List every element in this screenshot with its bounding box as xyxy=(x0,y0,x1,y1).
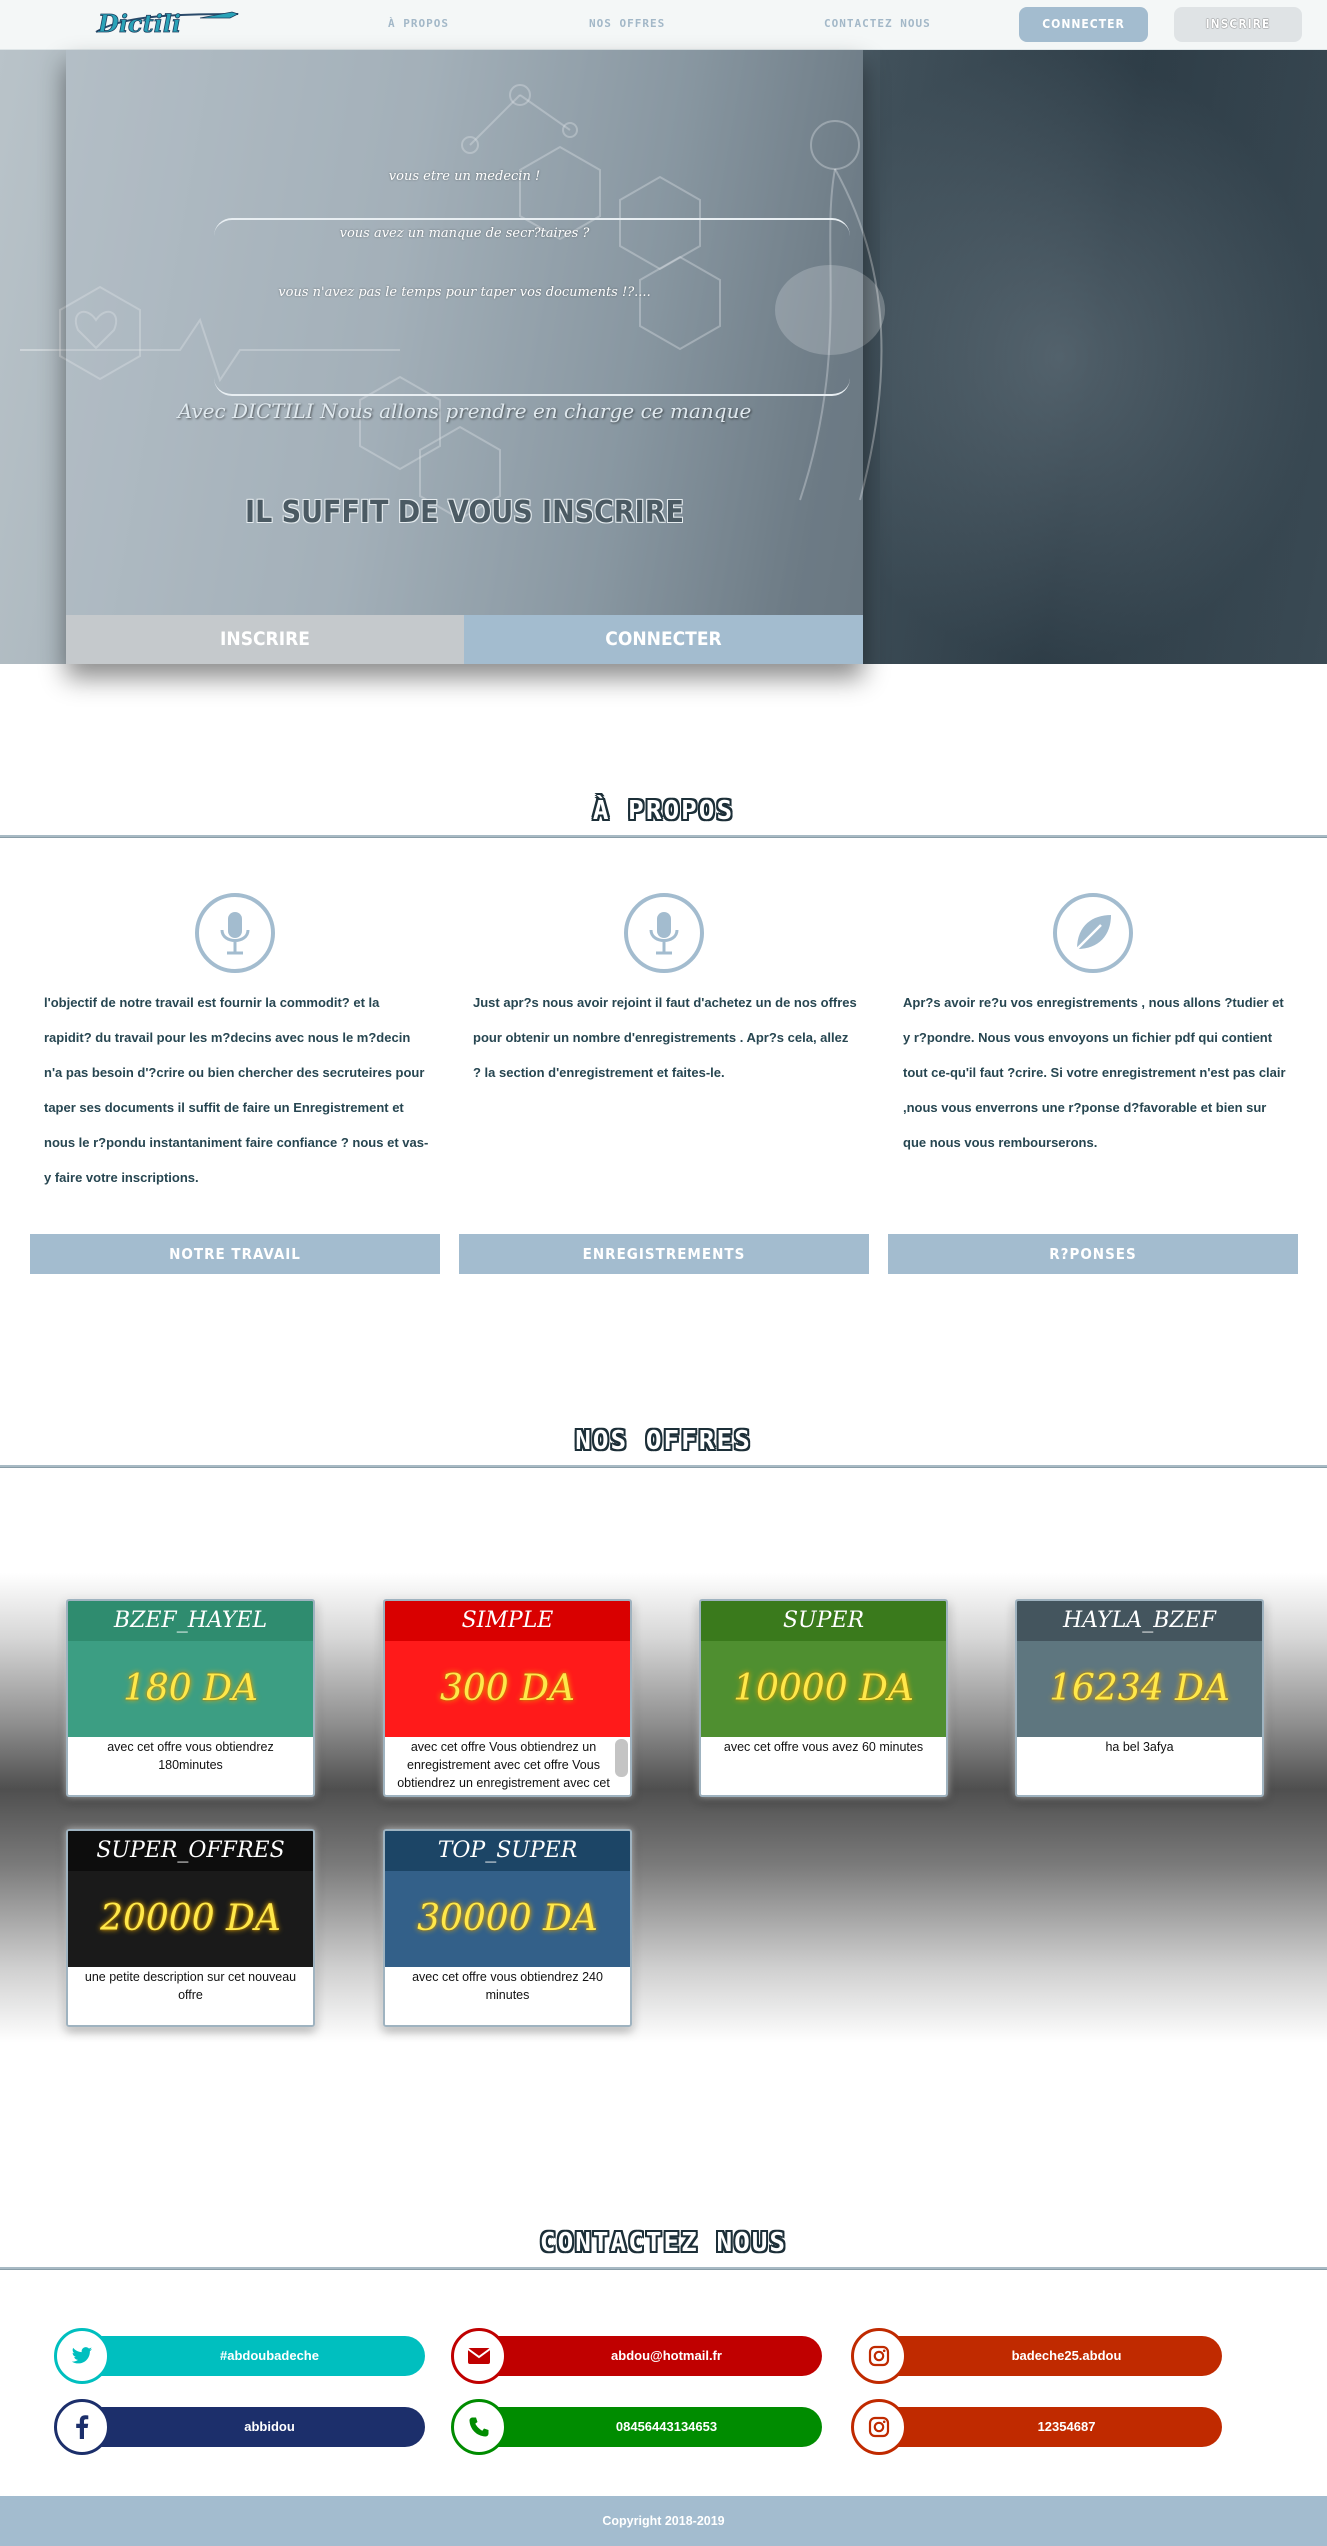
offer-description[interactable]: avec cet offre Vous obtiendrez un enregi… xyxy=(385,1737,630,1795)
footer: Copyright 2018-2019 xyxy=(0,2496,1327,2546)
signup-button[interactable]: INSCRIRE xyxy=(1174,7,1302,42)
offer-card[interactable]: TOP_SUPER 30000 DA avec cet offre vous o… xyxy=(383,1829,632,2027)
offer-price: 30000 DA xyxy=(385,1871,630,1967)
contact-facebook[interactable]: abbidou xyxy=(54,2399,425,2455)
offers-title: NOS OFFRES xyxy=(575,1426,752,1456)
hero-question-2: vous avez un manque de secr?taires ? xyxy=(339,226,590,241)
offer-description: une petite description sur cet nouveau o… xyxy=(68,1967,313,2025)
about-text-work: l'objectif de notre travail est fournir … xyxy=(44,995,429,1185)
hero-signup-button[interactable]: INSCRIRE xyxy=(66,615,464,664)
about-title: À PROPOS xyxy=(592,796,735,826)
offers-divider xyxy=(0,1465,1327,1468)
contact-label: 08456443134653 xyxy=(615,2419,718,2434)
offer-card[interactable]: SUPER 10000 DA avec cet offre vous avez … xyxy=(699,1599,948,1797)
contact-label: #abdoubadeche xyxy=(220,2348,319,2363)
contact-twitter[interactable]: #abdoubadeche xyxy=(54,2328,425,2384)
contact-instagram[interactable]: badeche25.abdou xyxy=(851,2328,1222,2384)
offer-price: 16234 DA xyxy=(1017,1641,1262,1737)
phone-icon xyxy=(451,2399,507,2455)
hero-card: vous etre un medecin ! vous avez un manq… xyxy=(66,50,863,664)
offer-price: 10000 DA xyxy=(701,1641,946,1737)
dictili-logo[interactable]: Dictili xyxy=(92,6,242,42)
mail-icon xyxy=(451,2328,507,2384)
offer-description: avec cet offre vous obtiendrez 180minute… xyxy=(68,1737,313,1795)
hero-tagline: Avec DICTILI Nous allons prendre en char… xyxy=(177,399,752,423)
contact-title: CONTACTEZ NOUS xyxy=(539,2228,788,2258)
microphone-icon xyxy=(195,893,275,973)
offer-price: 300 DA xyxy=(385,1641,630,1737)
hero-question-3: vous n'avez pas le temps pour taper vos … xyxy=(278,285,651,300)
contact-email[interactable]: abdou@hotmail.fr xyxy=(451,2328,822,2384)
contact-label: abdou@hotmail.fr xyxy=(611,2348,722,2363)
offer-name: BZEF_HAYEL xyxy=(68,1601,313,1641)
offer-card[interactable]: HAYLA_BZEF 16234 DA ha bel 3afya xyxy=(1015,1599,1264,1797)
connect-button[interactable]: CONNECTER xyxy=(1019,7,1148,42)
offer-card[interactable]: BZEF_HAYEL 180 DA avec cet offre vous ob… xyxy=(66,1599,315,1797)
nav-link-apropos[interactable]: À PROPOS xyxy=(388,17,449,30)
hero-connect-button[interactable]: CONNECTER xyxy=(464,615,863,664)
offer-price: 20000 DA xyxy=(68,1871,313,1967)
contact-label: abbidou xyxy=(244,2419,295,2434)
offer-description: avec cet offre vous obtiendrez 240 minut… xyxy=(385,1967,630,2025)
hero-title: IL SUFFIT DE VOUS INSCRIRE xyxy=(245,495,684,530)
svg-text:Dictili: Dictili xyxy=(97,9,181,38)
offer-name: SUPER xyxy=(701,1601,946,1641)
nav-link-contact[interactable]: CONTACTEZ NOUS xyxy=(824,17,931,30)
offer-description: avec cet offre vous avez 60 minutes xyxy=(701,1737,946,1795)
nav-link-offres[interactable]: NOS OFFRES xyxy=(589,17,665,30)
our-work-button[interactable]: NOTRE TRAVAIL xyxy=(30,1234,440,1274)
copyright-text: Copyright 2018-2019 xyxy=(602,2514,725,2528)
twitter-icon xyxy=(54,2328,110,2384)
offer-name: TOP_SUPER xyxy=(385,1831,630,1871)
leaf-icon xyxy=(1053,893,1133,973)
responses-button[interactable]: R?PONSES xyxy=(888,1234,1298,1274)
offer-name: HAYLA_BZEF xyxy=(1017,1601,1262,1641)
offer-name: SIMPLE xyxy=(385,1601,630,1641)
instagram-icon xyxy=(851,2399,907,2455)
offer-price: 180 DA xyxy=(68,1641,313,1737)
offer-description: ha bel 3afya xyxy=(1017,1737,1262,1795)
facebook-icon xyxy=(54,2399,110,2455)
top-nav: Dictili À PROPOS NOS OFFRES CONTACTEZ NO… xyxy=(0,0,1327,50)
contact-label: 12354687 xyxy=(1037,2419,1096,2434)
microphone-icon xyxy=(624,893,704,973)
instagram-icon xyxy=(851,2328,907,2384)
hero-question-1: vous etre un medecin ! xyxy=(388,169,541,184)
contact-label: badeche25.abdou xyxy=(1011,2348,1122,2363)
about-text-responses: Apr?s avoir re?u vos enregistrements , n… xyxy=(903,995,1286,1150)
offer-name: SUPER_OFFRES xyxy=(68,1831,313,1871)
offer-card[interactable]: SUPER_OFFRES 20000 DA une petite descrip… xyxy=(66,1829,315,2027)
recordings-button[interactable]: ENREGISTREMENTS xyxy=(459,1234,869,1274)
hero-question-frame xyxy=(214,218,850,396)
contact-divider xyxy=(0,2267,1327,2270)
contact-instagram-2[interactable]: 12354687 xyxy=(851,2399,1222,2455)
about-divider xyxy=(0,835,1327,838)
about-text-recordings: Just apr?s nous avoir rejoint il faut d'… xyxy=(473,995,857,1080)
offer-description-text: avec cet offre Vous obtiendrez un enregi… xyxy=(397,1740,610,1790)
description-scrollbar[interactable] xyxy=(615,1739,628,1777)
contact-phone[interactable]: 08456443134653 xyxy=(451,2399,822,2455)
offer-card[interactable]: SIMPLE 300 DA avec cet offre Vous obtien… xyxy=(383,1599,632,1797)
